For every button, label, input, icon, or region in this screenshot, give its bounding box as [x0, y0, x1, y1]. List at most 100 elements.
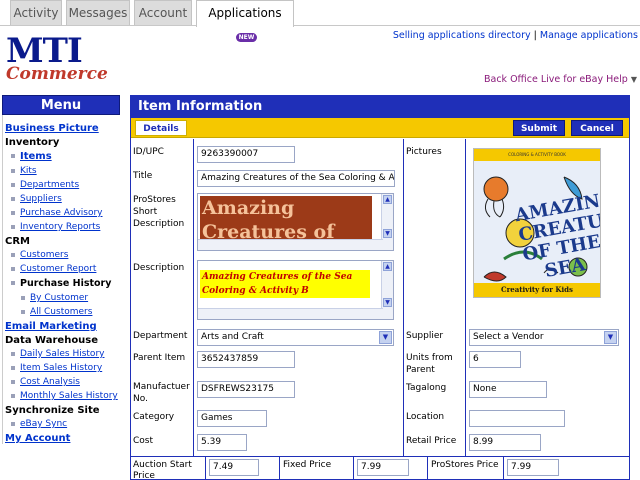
header-link-separator: | [533, 30, 537, 41]
new-badge: NEW [235, 33, 258, 42]
logo-subtitle: Commerce [6, 64, 108, 84]
menu-item-customer-report[interactable]: Customer Report [11, 264, 120, 274]
prostores-price-input[interactable]: 7.99 [507, 459, 559, 476]
menu-business-picture[interactable]: Business Picture [5, 123, 120, 134]
scroll-up-icon[interactable]: ▲ [383, 262, 392, 271]
menu-my-account[interactable]: My Account [5, 433, 120, 444]
manage-applications-link[interactable]: Manage applications [540, 30, 638, 41]
cover-footer-text: Creativity for Kids [474, 283, 600, 297]
top-tab-bar: Activity Messages Account Applications NE… [0, 0, 640, 42]
location-label: Location [406, 412, 445, 422]
menu-item-suppliers[interactable]: Suppliers [11, 194, 120, 204]
scroll-up-icon[interactable]: ▲ [383, 195, 392, 204]
cost-label: Cost [133, 436, 154, 446]
scroll-down-icon[interactable]: ▼ [383, 229, 392, 238]
auction-start-price-label: Auction Start Price [133, 460, 192, 480]
scroll-down-icon[interactable]: ▼ [383, 298, 392, 307]
column-divider [503, 456, 504, 479]
description-editor[interactable]: Amazing Creatures of the Sea Coloring & … [197, 260, 394, 320]
menu-section-data-warehouse: Data Warehouse [5, 335, 99, 346]
panel-toolbar: Details Submit Cancel [131, 118, 629, 138]
mti-commerce-logo: MTI Commerce [6, 31, 108, 84]
supplier-selected-value: Select a Vendor [473, 332, 544, 342]
menu-item-purchase-advisory[interactable]: Purchase Advisory [11, 208, 120, 218]
id-upc-label: ID/UPC [133, 147, 164, 157]
units-from-parent-input[interactable]: 6 [469, 351, 521, 368]
menu-item-kits[interactable]: Kits [11, 166, 120, 176]
menu-item-customers[interactable]: Customers [11, 250, 120, 260]
pictures-label: Pictures [406, 147, 442, 157]
menu-title: Menu [2, 95, 120, 115]
column-divider [205, 456, 206, 479]
cover-title: AMAZING CREATURES OF THE SEA [513, 187, 601, 282]
description-hscrollbar[interactable] [198, 308, 383, 319]
chevron-down-icon[interactable]: ▼ [604, 331, 617, 344]
logo-mark: MTI [6, 31, 83, 71]
fixed-price-input[interactable]: 7.99 [357, 459, 409, 476]
id-upc-input[interactable]: 9263390007 [197, 146, 295, 163]
tagalong-input[interactable]: None [469, 381, 547, 398]
tab-messages[interactable]: Messages [66, 0, 130, 25]
cost-input[interactable]: 5.39 [197, 434, 247, 451]
column-divider [279, 456, 280, 479]
selling-apps-directory-link[interactable]: Selling applications directory [393, 30, 531, 41]
retail-price-label: Retail Price [406, 436, 457, 446]
menu-item-ebay-sync[interactable]: eBay Sync [11, 419, 120, 429]
menu-item-inventory-reports[interactable]: Inventory Reports [11, 222, 120, 232]
fixed-price-label: Fixed Price [283, 460, 332, 470]
short-description-hscrollbar[interactable] [198, 239, 383, 250]
menu-item-departments[interactable]: Departments [11, 180, 120, 190]
department-label: Department [133, 331, 188, 341]
help-link-label: Back Office Live for eBay Help [483, 74, 628, 85]
menu-section-crm: CRM [5, 236, 30, 247]
department-select[interactable]: Arts and Craft ▼ [197, 329, 394, 346]
menu-item-by-customer[interactable]: By Customer [21, 293, 120, 303]
supplier-label: Supplier [406, 331, 444, 341]
tab-applications-label: Applications [208, 6, 282, 20]
supplier-select[interactable]: Select a Vendor ▼ [469, 329, 619, 346]
tab-messages-label: Messages [68, 6, 128, 20]
column-divider [427, 456, 428, 479]
details-tab[interactable]: Details [135, 120, 187, 136]
menu-item-cost-analysis[interactable]: Cost Analysis [11, 377, 120, 387]
category-input[interactable]: Games [197, 410, 267, 427]
cancel-button[interactable]: Cancel [571, 120, 623, 136]
menu-email-marketing[interactable]: Email Marketing [5, 321, 120, 332]
menu-section-synchronize-site: Synchronize Site [5, 405, 100, 416]
sidebar-menu: Menu Business Picture Inventory Items Ki… [2, 95, 120, 480]
column-divider [353, 456, 354, 479]
units-from-parent-label: Units from Parent [406, 353, 453, 375]
manufacturer-label: Manufactuer No. [133, 382, 190, 404]
description-label: Description [133, 263, 185, 273]
retail-price-input[interactable]: 8.99 [469, 434, 541, 451]
auction-start-price-input[interactable]: 7.49 [209, 459, 259, 476]
location-input[interactable] [469, 410, 565, 427]
menu-item-item-sales-history[interactable]: Item Sales History [11, 363, 120, 373]
help-dropdown-arrow-icon: ▼ [630, 75, 637, 84]
panel-title: Item Information [131, 96, 629, 118]
manufacturer-input[interactable]: DSFREWS23175 [197, 381, 295, 398]
chevron-down-icon[interactable]: ▼ [379, 331, 392, 344]
product-image[interactable]: COLORING & ACTIVITY BOOK AMAZING CREATUR… [473, 148, 601, 298]
header-links: Selling applications directory | Manage … [393, 30, 638, 41]
parent-item-input[interactable]: 3652437859 [197, 351, 295, 368]
menu-item-daily-sales-history[interactable]: Daily Sales History [11, 349, 120, 359]
department-selected-value: Arts and Craft [201, 332, 264, 342]
menu-section-inventory: Inventory [5, 137, 60, 148]
label-column-divider [193, 139, 194, 456]
item-information-panel: Item Information Details Submit Cancel I… [130, 95, 630, 480]
menu-item-items[interactable]: Items [11, 151, 120, 162]
tab-activity-label: Activity [13, 6, 59, 20]
tab-account[interactable]: Account [134, 0, 192, 25]
menu-item-monthly-sales-history[interactable]: Monthly Sales History [11, 391, 120, 401]
short-description-editor[interactable]: Amazing Creatures of the ▲ ▼ [197, 193, 394, 251]
tagalong-label: Tagalong [406, 383, 447, 393]
submit-button[interactable]: Submit [513, 120, 565, 136]
help-link[interactable]: Back Office Live for eBay Help ▼ [484, 74, 637, 85]
title-input[interactable]: Amazing Creatures of the Sea Coloring & … [197, 170, 395, 187]
tab-activity[interactable]: Activity [10, 0, 62, 25]
menu-item-purchase-history: Purchase History [11, 278, 120, 289]
column-divider [465, 139, 466, 456]
menu-item-all-customers[interactable]: All Customers [21, 307, 120, 317]
tab-applications[interactable]: Applications NEW [196, 0, 294, 42]
